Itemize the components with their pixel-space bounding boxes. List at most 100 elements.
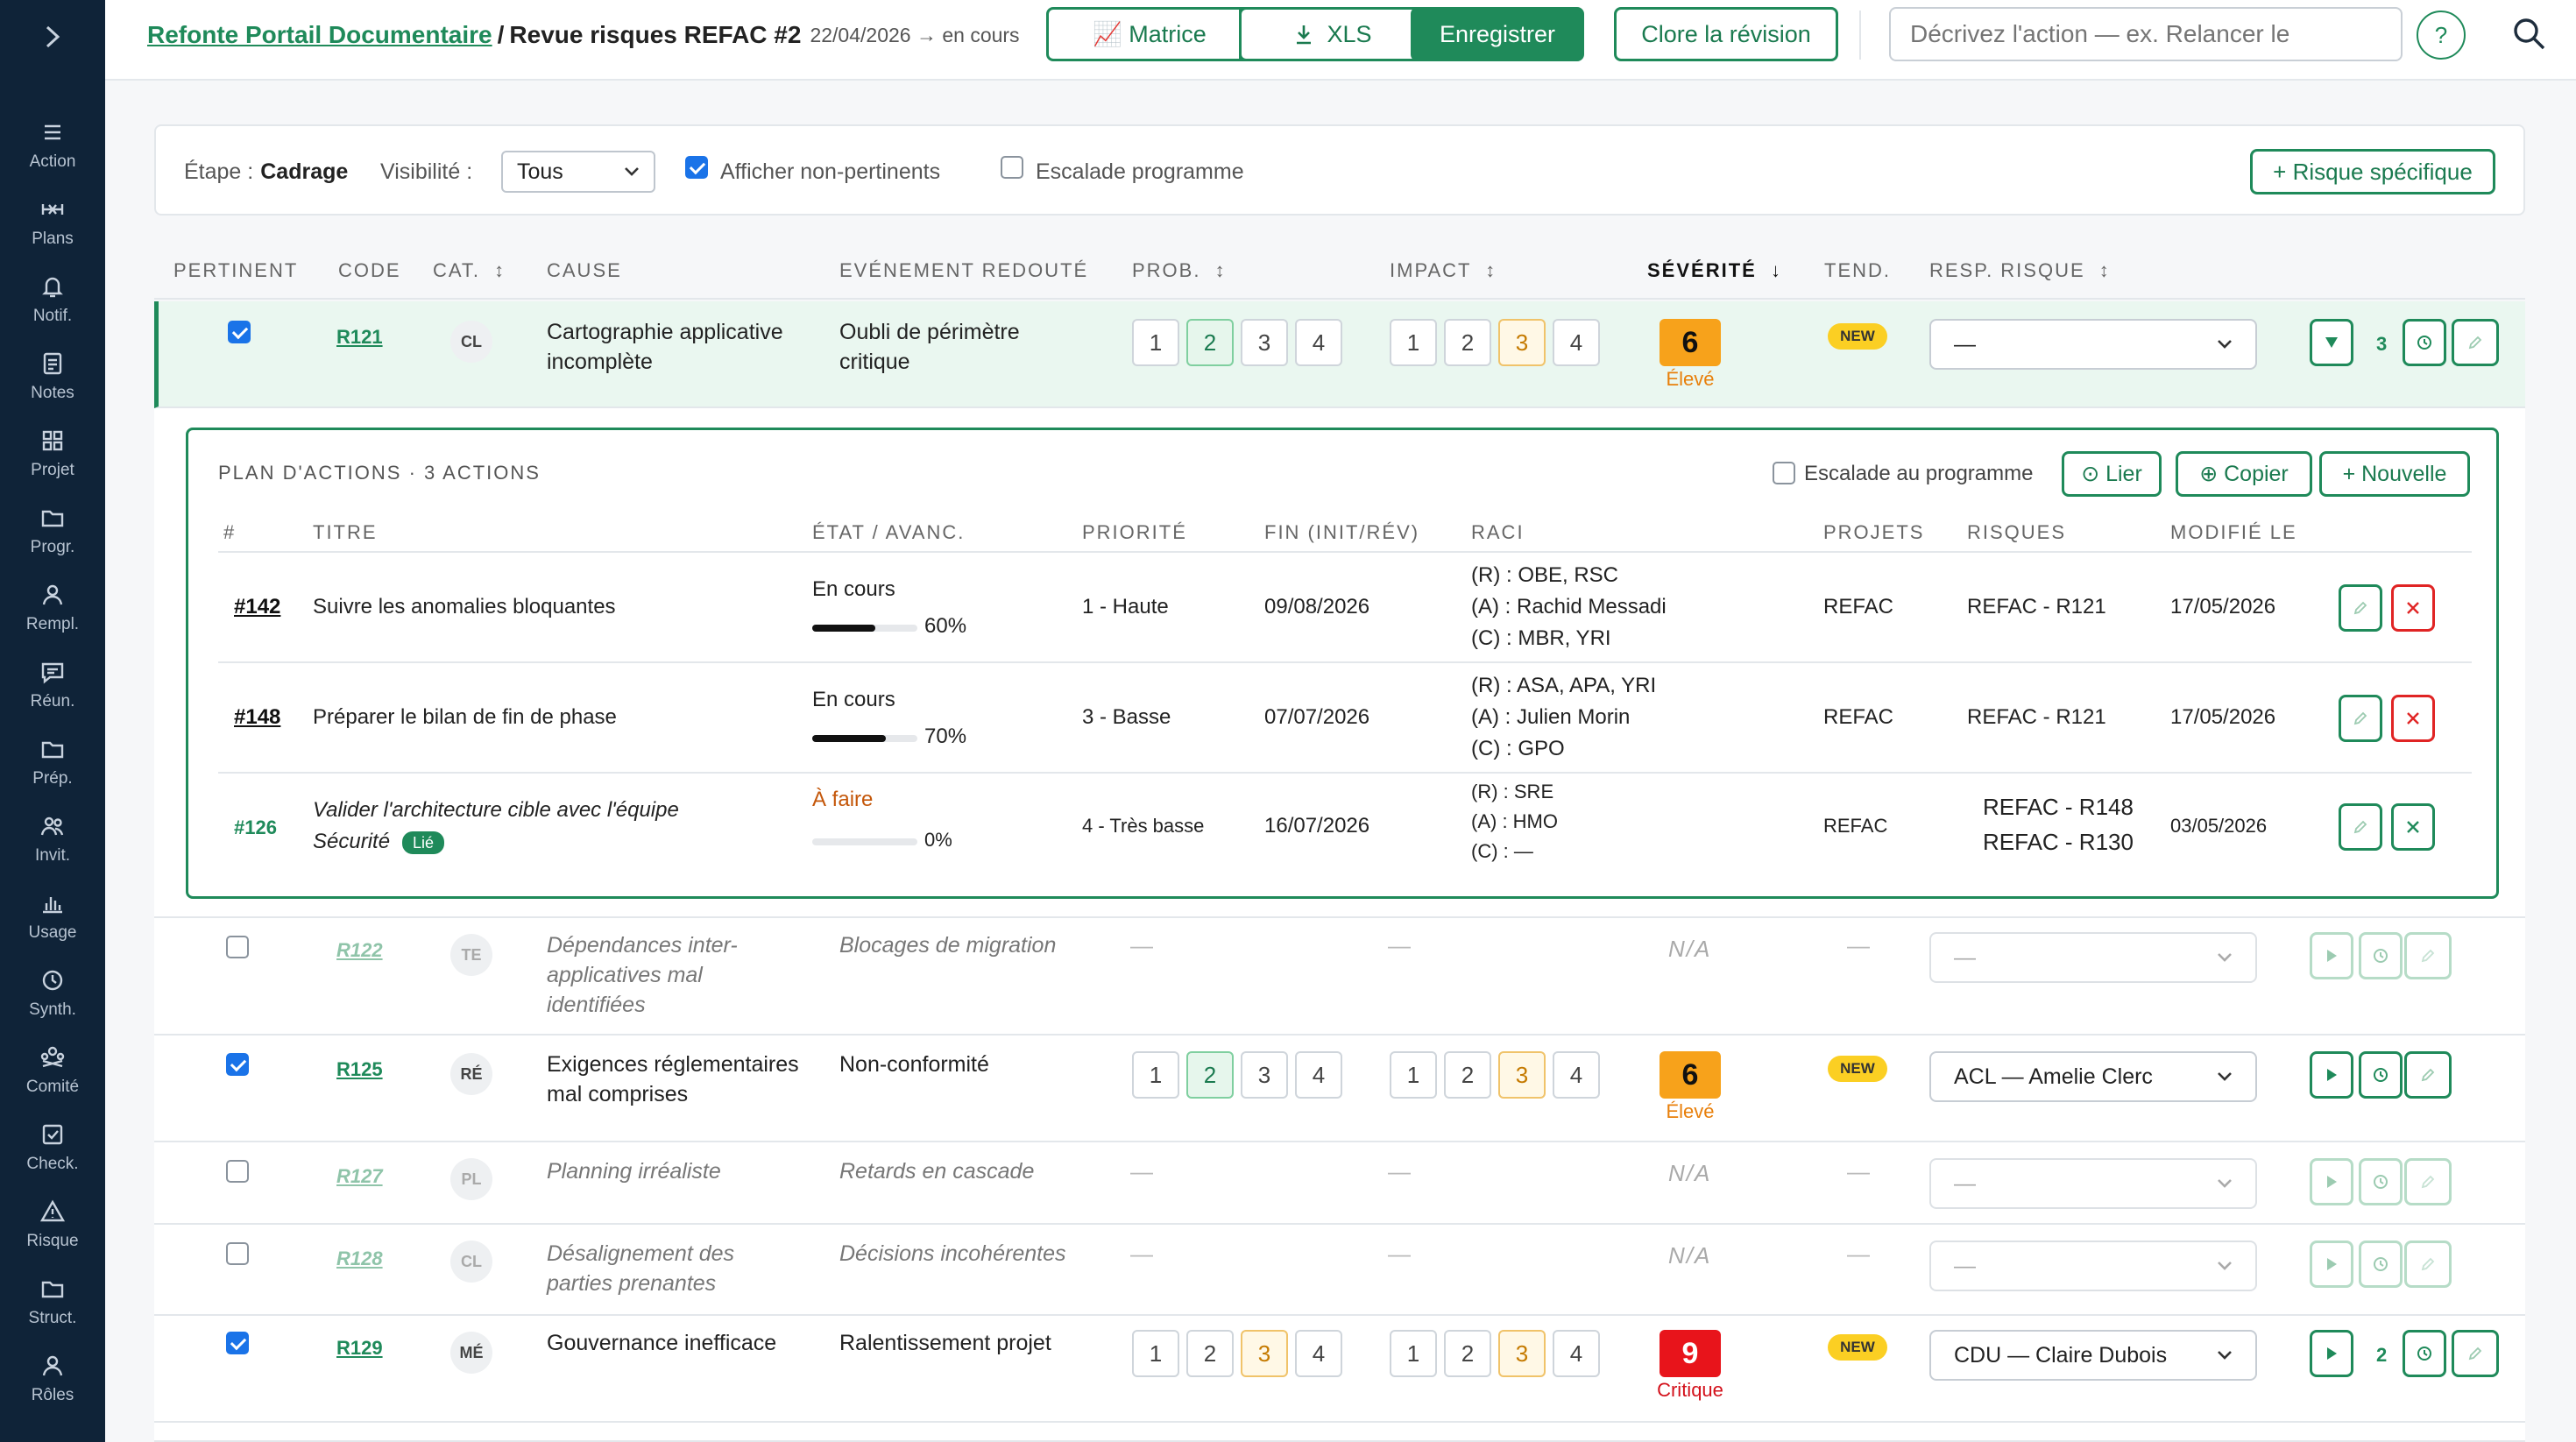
history-button[interactable]	[2359, 932, 2403, 979]
pertinent-checkbox[interactable]	[226, 1332, 249, 1354]
edit-button[interactable]	[2452, 1330, 2499, 1377]
edit-button[interactable]	[2404, 1241, 2452, 1288]
sidebar-item-notes[interactable]: Notes	[0, 345, 105, 415]
sidebar-item-notif[interactable]: Notif.	[0, 268, 105, 338]
action-id-link[interactable]: #126	[234, 812, 277, 844]
sidebar-item-roles[interactable]: Rôles	[0, 1347, 105, 1417]
col-event[interactable]: EVÉNEMENT REDOUTÉ	[839, 259, 1088, 282]
action-unlink-button[interactable]	[2391, 803, 2435, 851]
sidebar-toggle[interactable]	[0, 0, 105, 74]
impact-option-selected[interactable]: 3	[1498, 1330, 1546, 1377]
impact-option-selected[interactable]: 3	[1498, 1051, 1546, 1099]
show-irrelevant-checkbox[interactable]	[685, 156, 708, 179]
col-cause[interactable]: CAUSE	[547, 259, 622, 282]
col-prob[interactable]: PROB. ↕	[1132, 259, 1227, 282]
expand-button[interactable]	[2310, 1330, 2353, 1377]
expand-button[interactable]	[2310, 1158, 2353, 1205]
escalate-to-program-checkbox[interactable]	[1773, 462, 1795, 484]
action-edit-button[interactable]	[2339, 695, 2382, 742]
copy-action-button[interactable]: ⊕ Copier	[2176, 451, 2312, 497]
risk-code-link[interactable]: R128	[336, 1248, 383, 1270]
impact-option[interactable]: 4	[1553, 1051, 1600, 1099]
prob-option[interactable]: 1	[1132, 1051, 1179, 1099]
col-owner[interactable]: RESP. RISQUE ↕	[1929, 259, 2111, 282]
sidebar-item-usage[interactable]: Usage	[0, 885, 105, 955]
history-button[interactable]	[2403, 319, 2446, 366]
action-edit-button[interactable]	[2339, 584, 2382, 632]
action-delete-button[interactable]	[2391, 695, 2435, 742]
risk-owner-select[interactable]: —	[1929, 932, 2257, 983]
risk-owner-select[interactable]: ACL — Amelie Clerc	[1929, 1051, 2257, 1102]
impact-option[interactable]: 2	[1444, 319, 1491, 366]
prob-option[interactable]: 4	[1295, 319, 1342, 366]
action-id-link[interactable]: #148	[234, 702, 280, 733]
sidebar-item-risque[interactable]: Risque	[0, 1193, 105, 1263]
search-icon[interactable]	[2508, 12, 2551, 56]
add-specific-risk-button[interactable]: + Risque spécifique	[2250, 149, 2495, 194]
history-button[interactable]	[2403, 1330, 2446, 1377]
impact-option[interactable]: 1	[1390, 1330, 1437, 1377]
matrix-button[interactable]: 📈 Matrice	[1046, 7, 1253, 61]
sidebar-item-action[interactable]: Action	[0, 114, 105, 184]
sidebar-item-projet[interactable]: Projet	[0, 422, 105, 492]
sidebar-item-reun[interactable]: Réun.	[0, 654, 105, 724]
impact-option[interactable]: 1	[1390, 1051, 1437, 1099]
edit-button[interactable]	[2404, 1158, 2452, 1205]
col-impact[interactable]: IMPACT ↕	[1390, 259, 1497, 282]
prob-option[interactable]: 1	[1132, 1330, 1179, 1377]
prob-option-selected[interactable]: 2	[1186, 319, 1234, 366]
action-delete-button[interactable]	[2391, 584, 2435, 632]
col-cat[interactable]: CAT. ↕	[433, 259, 506, 282]
prob-option-selected[interactable]: 2	[1186, 1051, 1234, 1099]
col-trend[interactable]: TEND.	[1824, 259, 1891, 282]
sidebar-item-comite[interactable]: Comité	[0, 1039, 105, 1109]
history-button[interactable]	[2359, 1051, 2403, 1099]
sidebar-item-struct[interactable]: Struct.	[0, 1270, 105, 1340]
prob-option[interactable]: 1	[1132, 319, 1179, 366]
impact-option[interactable]: 4	[1553, 1330, 1600, 1377]
risk-owner-select[interactable]: —	[1929, 319, 2257, 370]
save-button[interactable]: Enregistrer	[1411, 7, 1584, 61]
col-severity[interactable]: SÉVÉRITÉ ↓	[1647, 259, 1782, 282]
expand-button[interactable]	[2310, 1051, 2353, 1099]
col-pertinent[interactable]: PERTINENT	[173, 259, 298, 282]
help-button[interactable]: ?	[2417, 11, 2466, 60]
prob-option[interactable]: 3	[1241, 1051, 1288, 1099]
sidebar-item-plans[interactable]: Plans	[0, 191, 105, 261]
visibility-select[interactable]: Tous	[501, 151, 655, 193]
edit-button[interactable]	[2404, 932, 2452, 979]
risk-code-link[interactable]: R129	[336, 1337, 383, 1360]
sidebar-item-check[interactable]: Check.	[0, 1116, 105, 1186]
new-action-button[interactable]: + Nouvelle	[2319, 451, 2470, 497]
prob-option[interactable]: 4	[1295, 1051, 1342, 1099]
risk-owner-select[interactable]: CDU — Claire Dubois	[1929, 1330, 2257, 1381]
pertinent-checkbox[interactable]	[226, 1242, 249, 1265]
impact-option[interactable]: 4	[1553, 319, 1600, 366]
project-link[interactable]: Refonte Portail Documentaire	[147, 21, 492, 49]
prob-option[interactable]: 4	[1295, 1330, 1342, 1377]
history-button[interactable]	[2359, 1241, 2403, 1288]
sidebar-item-prep[interactable]: Prép.	[0, 731, 105, 801]
sidebar-item-synth[interactable]: Synth.	[0, 962, 105, 1032]
prob-option[interactable]: 2	[1186, 1330, 1234, 1377]
impact-option[interactable]: 2	[1444, 1330, 1491, 1377]
risk-code-link[interactable]: R122	[336, 939, 383, 962]
expand-button[interactable]	[2310, 1241, 2353, 1288]
pertinent-checkbox[interactable]	[226, 936, 249, 958]
impact-option[interactable]: 1	[1390, 319, 1437, 366]
xls-button[interactable]: XLS	[1239, 7, 1426, 61]
sidebar-item-invit[interactable]: Invit.	[0, 808, 105, 878]
action-input[interactable]	[1889, 7, 2403, 61]
risk-owner-select[interactable]: —	[1929, 1241, 2257, 1291]
collapse-button[interactable]	[2310, 319, 2353, 366]
col-code[interactable]: CODE	[338, 259, 401, 282]
risk-code-link[interactable]: R127	[336, 1165, 383, 1188]
sidebar-item-rempl[interactable]: Rempl.	[0, 576, 105, 647]
edit-button[interactable]	[2404, 1051, 2452, 1099]
impact-option[interactable]: 2	[1444, 1051, 1491, 1099]
expand-button[interactable]	[2310, 932, 2353, 979]
history-button[interactable]	[2359, 1158, 2403, 1205]
risk-code-link[interactable]: R121	[336, 326, 383, 349]
pertinent-checkbox[interactable]	[228, 321, 251, 343]
escalate-program-checkbox[interactable]	[1001, 156, 1023, 179]
